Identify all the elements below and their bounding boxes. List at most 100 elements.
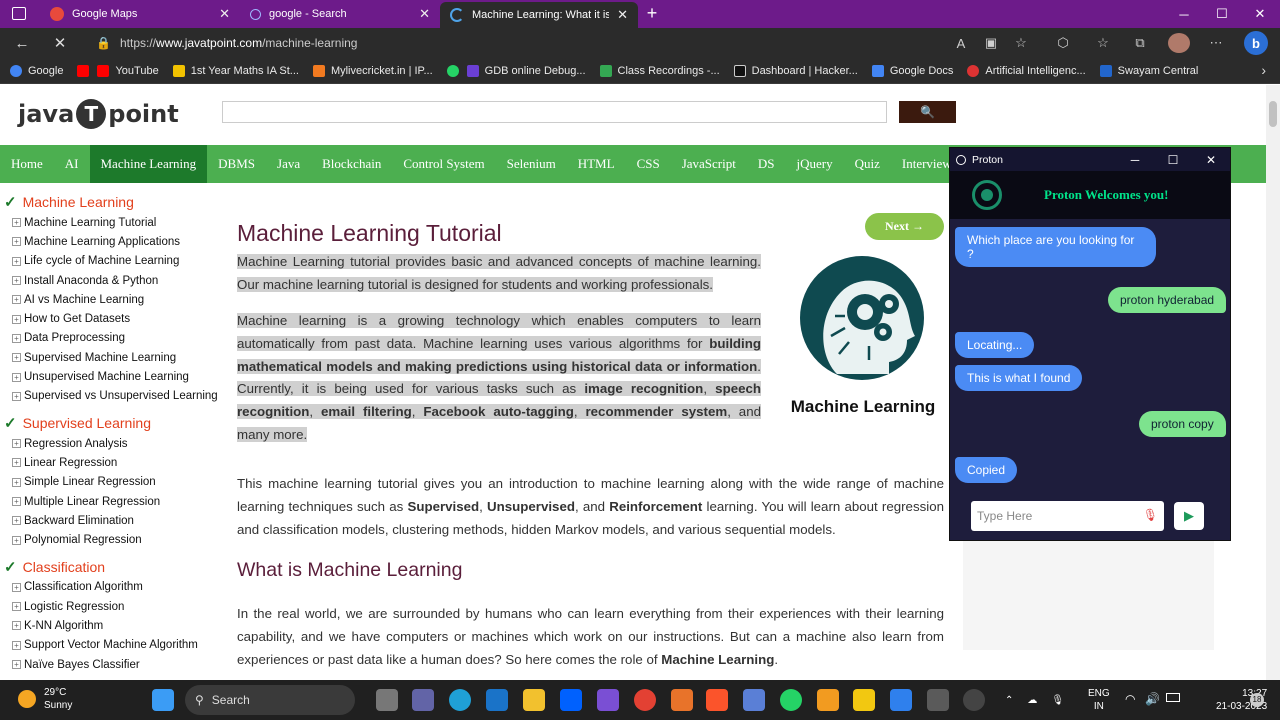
bookmark-maths[interactable]: 1st Year Maths IA St... bbox=[172, 64, 299, 77]
nav-blockchain[interactable]: Blockchain bbox=[311, 145, 392, 183]
sidebar-item[interactable]: + Support Vector Machine Algorithm bbox=[0, 636, 222, 655]
sidebar-item[interactable]: + K-NN Algorithm bbox=[0, 616, 222, 635]
profile-avatar[interactable] bbox=[1168, 33, 1190, 53]
notification-badge[interactable]: 18 bbox=[1250, 693, 1264, 707]
collections-icon[interactable]: ⧉ bbox=[1129, 33, 1151, 53]
bookmark-google[interactable]: Google bbox=[10, 64, 63, 77]
cloud-icon[interactable]: ☁ bbox=[1027, 695, 1037, 706]
file-explorer-taskview-icon[interactable] bbox=[376, 689, 398, 711]
folder-icon[interactable] bbox=[523, 689, 545, 711]
bookmark-gdb[interactable]: GDB online Debug... bbox=[466, 64, 586, 77]
sidebar-item[interactable]: + Unsupervised Machine Learning bbox=[0, 367, 222, 386]
more-options-icon[interactable]: ⋯ bbox=[1205, 33, 1227, 53]
sidebar-item[interactable]: + Multiple Linear Regression bbox=[0, 492, 222, 511]
back-icon[interactable]: ← bbox=[10, 32, 34, 54]
sidebar-item[interactable]: + Classification Algorithm bbox=[0, 578, 222, 597]
sublime-icon[interactable] bbox=[817, 689, 839, 711]
nav-machine-learning[interactable]: Machine Learning bbox=[89, 145, 208, 183]
sidebar-section[interactable]: ✓ Supervised Learning bbox=[0, 412, 222, 434]
scrollbar-thumb[interactable] bbox=[1269, 101, 1277, 127]
nav-java[interactable]: Java bbox=[266, 145, 311, 183]
maximize-icon[interactable]: ☐ bbox=[1156, 148, 1190, 171]
sidebar-item[interactable]: + AI vs Machine Learning bbox=[0, 290, 222, 309]
microphone-icon[interactable]: 🎙 bbox=[1143, 508, 1158, 522]
sidebar-section[interactable]: ✓ Machine Learning bbox=[0, 191, 222, 213]
sidebar-item[interactable]: + Regression Analysis bbox=[0, 434, 222, 453]
nav-jquery[interactable]: jQuery bbox=[785, 145, 843, 183]
nav-selenium[interactable]: Selenium bbox=[496, 145, 567, 183]
bing-icon[interactable]: b bbox=[1244, 31, 1268, 55]
minimize-icon[interactable]: ─ bbox=[1166, 0, 1202, 28]
maximize-icon[interactable]: ☐ bbox=[1204, 0, 1240, 28]
tab-google-maps[interactable]: Google Maps ✕ bbox=[40, 0, 240, 28]
app-icon[interactable] bbox=[597, 689, 619, 711]
nav-home[interactable]: Home bbox=[0, 145, 54, 183]
chrome-icon[interactable] bbox=[634, 689, 656, 711]
site-search-button[interactable]: 🔍 bbox=[899, 101, 956, 123]
nav-control-system[interactable]: Control System bbox=[392, 145, 495, 183]
sidebar-item[interactable]: + Life cycle of Machine Learning bbox=[0, 252, 222, 271]
start-icon[interactable] bbox=[152, 689, 174, 711]
nav-ds[interactable]: DS bbox=[747, 145, 786, 183]
bookmark-whatsapp[interactable] bbox=[446, 64, 459, 77]
taskbar-search[interactable]: ⚲ Search bbox=[185, 685, 355, 715]
powerbi-icon[interactable] bbox=[853, 689, 875, 711]
app-icon[interactable] bbox=[927, 689, 949, 711]
close-tab-icon[interactable]: ✕ bbox=[419, 6, 430, 22]
nav-css[interactable]: CSS bbox=[626, 145, 671, 183]
nav-dbms[interactable]: DBMS bbox=[207, 145, 266, 183]
close-window-icon[interactable]: ✕ bbox=[1242, 0, 1278, 28]
close-tab-icon[interactable]: ✕ bbox=[219, 6, 230, 22]
sidebar-item[interactable]: + Simple Linear Regression bbox=[0, 473, 222, 492]
dropbox-icon[interactable] bbox=[560, 689, 582, 711]
next-button[interactable]: Next → bbox=[865, 213, 944, 240]
minimize-icon[interactable]: ─ bbox=[1118, 148, 1152, 171]
sidebar-item[interactable]: + Supervised vs Unsupervised Learning bbox=[0, 387, 222, 406]
app-icon[interactable] bbox=[671, 689, 693, 711]
bookmark-youtube-icon-only[interactable] bbox=[77, 64, 90, 77]
sidebar-item[interactable]: + Machine Learning Applications bbox=[0, 232, 222, 251]
nav-quiz[interactable]: Quiz bbox=[844, 145, 891, 183]
stop-loading-icon[interactable]: ✕ bbox=[48, 32, 72, 54]
proton-taskbar-icon[interactable] bbox=[963, 689, 985, 711]
favorite-star-icon[interactable]: ☆ bbox=[1010, 33, 1032, 53]
vscode-icon[interactable] bbox=[890, 689, 912, 711]
page-scrollbar[interactable] bbox=[1266, 85, 1280, 680]
tab-machine-learning[interactable]: Machine Learning: What it is, Tut ✕ bbox=[440, 2, 638, 28]
chat-input[interactable]: Type Here 🎙 bbox=[971, 501, 1164, 531]
sidebar-item[interactable]: + Logistic Regression bbox=[0, 597, 222, 616]
volume-icon[interactable]: 🔊 bbox=[1145, 692, 1160, 706]
bookmarks-overflow-icon[interactable]: › bbox=[1261, 62, 1266, 78]
javatpoint-logo[interactable]: java T point bbox=[18, 99, 179, 129]
site-search-input[interactable] bbox=[222, 101, 887, 123]
sidebar-item[interactable]: + Linear Regression bbox=[0, 453, 222, 472]
bookmark-swayam[interactable]: Swayam Central bbox=[1099, 64, 1198, 77]
battery-icon[interactable] bbox=[1166, 693, 1180, 702]
nav-ai[interactable]: AI bbox=[54, 145, 90, 183]
sidebar-section[interactable]: ✓ Classification bbox=[0, 556, 222, 578]
sidebar-item[interactable]: + Data Preprocessing bbox=[0, 329, 222, 348]
sidebar-item[interactable]: + Backward Elimination bbox=[0, 511, 222, 530]
extensions-icon[interactable]: ⬡ bbox=[1052, 33, 1074, 53]
bookmark-class-recordings[interactable]: Class Recordings -... bbox=[599, 64, 720, 77]
tab-actions-icon[interactable] bbox=[12, 7, 26, 20]
bookmark-hackerrank[interactable]: Dashboard | Hacker... bbox=[733, 64, 858, 77]
mail-icon[interactable] bbox=[486, 689, 508, 711]
sidebar-item[interactable]: + Polynomial Regression bbox=[0, 530, 222, 549]
weather-widget[interactable]: 29°C Sunny bbox=[18, 686, 72, 712]
sidebar-item[interactable]: + Naïve Bayes Classifier bbox=[0, 655, 222, 674]
sidebar-item[interactable]: + Supervised Machine Learning bbox=[0, 348, 222, 367]
sidebar-item[interactable]: + Install Anaconda & Python bbox=[0, 271, 222, 290]
nav-javascript[interactable]: JavaScript bbox=[671, 145, 747, 183]
whatsapp-icon[interactable] bbox=[780, 689, 802, 711]
app-icon[interactable] bbox=[743, 689, 765, 711]
language-indicator[interactable]: ENG IN bbox=[1088, 687, 1110, 713]
read-aloud-icon[interactable]: A bbox=[950, 33, 972, 53]
bookmark-youtube[interactable]: YouTube bbox=[97, 64, 159, 77]
wifi-icon[interactable]: ◠ bbox=[1125, 692, 1135, 706]
sidebar-item[interactable]: + Machine Learning Tutorial bbox=[0, 213, 222, 232]
edge-icon[interactable] bbox=[449, 689, 471, 711]
nav-html[interactable]: HTML bbox=[567, 145, 626, 183]
close-icon[interactable]: ✕ bbox=[1194, 148, 1228, 171]
chevron-up-icon[interactable]: ⌃ bbox=[1005, 695, 1013, 706]
